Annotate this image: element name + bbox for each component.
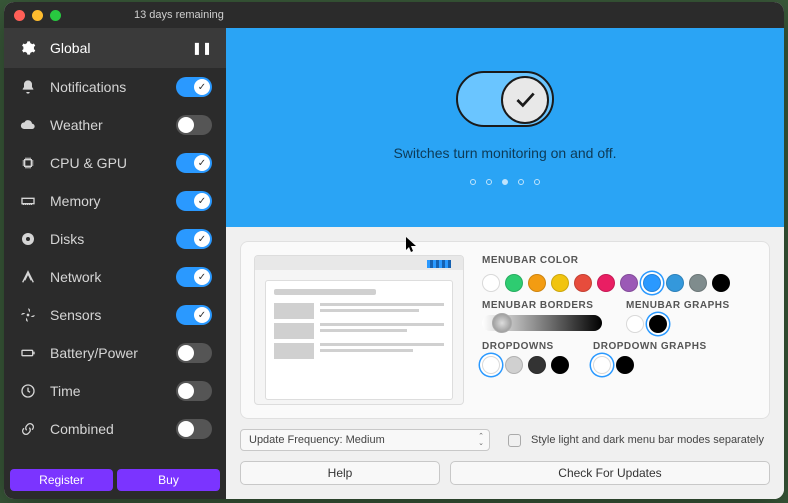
hero-banner: Switches turn monitoring on and off.: [226, 28, 784, 227]
memory-icon: [18, 193, 38, 209]
color-swatch[interactable]: [593, 356, 611, 374]
disks-toggle[interactable]: ✓: [176, 229, 212, 249]
update-frequency-value: Update Frequency: Medium: [249, 434, 385, 446]
cpu-gpu-toggle[interactable]: ✓: [176, 153, 212, 173]
color-swatch[interactable]: [616, 356, 634, 374]
color-swatch[interactable]: [482, 356, 500, 374]
sidebar-label: Disks: [50, 231, 176, 247]
color-swatch[interactable]: [597, 274, 615, 292]
sidebar-item-battery-power[interactable]: Battery/Power: [4, 334, 226, 372]
register-button[interactable]: Register: [10, 469, 113, 491]
sidebar-item-network[interactable]: Network ✓: [4, 258, 226, 296]
sidebar: Global ❚❚ Notifications ✓ Weather CPU & …: [4, 28, 226, 499]
sidebar-label: Time: [50, 383, 176, 399]
sidebar-label: Memory: [50, 193, 176, 209]
menubar-borders-slider[interactable]: [482, 315, 602, 331]
cursor-icon: [406, 237, 418, 253]
gear-icon: [18, 40, 38, 56]
color-swatch[interactable]: [649, 315, 667, 333]
sidebar-item-disks[interactable]: Disks ✓: [4, 220, 226, 258]
battery-power-toggle[interactable]: [176, 343, 212, 363]
zoom-button[interactable]: [50, 10, 61, 21]
sidebar-item-notifications[interactable]: Notifications ✓: [4, 68, 226, 106]
menubar-color-label: MENUBAR COLOR: [482, 255, 756, 266]
network-toggle[interactable]: ✓: [176, 267, 212, 287]
menubar-preview: [254, 255, 464, 405]
sensors-toggle[interactable]: ✓: [176, 305, 212, 325]
color-swatch[interactable]: [620, 274, 638, 292]
chip-icon: [18, 155, 38, 171]
help-button[interactable]: Help: [240, 461, 440, 485]
sidebar-label: Network: [50, 269, 176, 285]
menubar-borders-label: MENUBAR BORDERS: [482, 300, 602, 311]
buy-button[interactable]: Buy: [117, 469, 220, 491]
sidebar-item-cpu-gpu[interactable]: CPU & GPU ✓: [4, 144, 226, 182]
color-swatch[interactable]: [505, 274, 523, 292]
color-swatch[interactable]: [712, 274, 730, 292]
weather-toggle[interactable]: [176, 115, 212, 135]
sidebar-item-global[interactable]: Global ❚❚: [4, 28, 226, 68]
battery-icon: [18, 345, 38, 361]
disk-icon: [18, 231, 38, 247]
sidebar-label: Battery/Power: [50, 345, 176, 361]
update-frequency-select[interactable]: Update Frequency: Medium: [240, 429, 490, 451]
trial-days-label: 13 days remaining: [134, 9, 224, 21]
content-pane: Switches turn monitoring on and off.: [226, 28, 784, 499]
color-swatch[interactable]: [551, 274, 569, 292]
dropdowns-swatches[interactable]: [482, 356, 569, 374]
sidebar-item-sensors[interactable]: Sensors ✓: [4, 296, 226, 334]
menubar-color-swatches[interactable]: [482, 274, 756, 292]
color-swatch[interactable]: [643, 274, 661, 292]
hero-switch-illustration: [456, 71, 554, 127]
dropdown-graphs-swatches[interactable]: [593, 356, 707, 374]
network-icon: [18, 269, 38, 285]
color-swatch[interactable]: [626, 315, 644, 333]
color-swatch[interactable]: [574, 274, 592, 292]
sidebar-label: CPU & GPU: [50, 155, 176, 171]
time-toggle[interactable]: [176, 381, 212, 401]
color-swatch[interactable]: [528, 274, 546, 292]
menubar-graphs-label: MENUBAR GRAPHS: [626, 300, 730, 311]
sidebar-item-memory[interactable]: Memory ✓: [4, 182, 226, 220]
minimize-button[interactable]: [32, 10, 43, 21]
sidebar-item-time[interactable]: Time: [4, 372, 226, 410]
color-swatch[interactable]: [666, 274, 684, 292]
color-swatch[interactable]: [551, 356, 569, 374]
sidebar-label: Weather: [50, 117, 176, 133]
memory-toggle[interactable]: ✓: [176, 191, 212, 211]
sidebar-label: Combined: [50, 421, 176, 437]
color-swatch[interactable]: [482, 274, 500, 292]
style-separately-label: Style light and dark menu bar modes sepa…: [531, 434, 764, 446]
check-updates-button[interactable]: Check For Updates: [450, 461, 770, 485]
color-swatch[interactable]: [689, 274, 707, 292]
color-swatch[interactable]: [505, 356, 523, 374]
style-separately-checkbox[interactable]: [508, 434, 521, 447]
notifications-toggle[interactable]: ✓: [176, 77, 212, 97]
traffic-lights: [14, 10, 61, 21]
cloud-icon: [18, 117, 38, 133]
menubar-graphs-swatches[interactable]: [626, 315, 730, 333]
hero-caption: Switches turn monitoring on and off.: [393, 145, 616, 161]
dropdowns-label: DROPDOWNS: [482, 341, 569, 352]
link-icon: [18, 421, 38, 437]
titlebar: 13 days remaining: [4, 2, 784, 28]
fan-icon: [18, 307, 38, 323]
color-swatch[interactable]: [528, 356, 546, 374]
close-button[interactable]: [14, 10, 25, 21]
sidebar-label: Sensors: [50, 307, 176, 323]
combined-toggle[interactable]: [176, 419, 212, 439]
sidebar-label: Notifications: [50, 79, 176, 95]
sidebar-item-combined[interactable]: Combined: [4, 410, 226, 448]
sidebar-label: Global: [50, 40, 192, 56]
sidebar-item-weather[interactable]: Weather: [4, 106, 226, 144]
hero-page-dots[interactable]: [470, 179, 540, 185]
dropdown-graphs-label: DROPDOWN GRAPHS: [593, 341, 707, 352]
app-window: 13 days remaining Global ❚❚ Notification…: [4, 2, 784, 499]
pause-icon[interactable]: ❚❚: [192, 41, 212, 55]
bell-icon: [18, 79, 38, 95]
clock-icon: [18, 383, 38, 399]
